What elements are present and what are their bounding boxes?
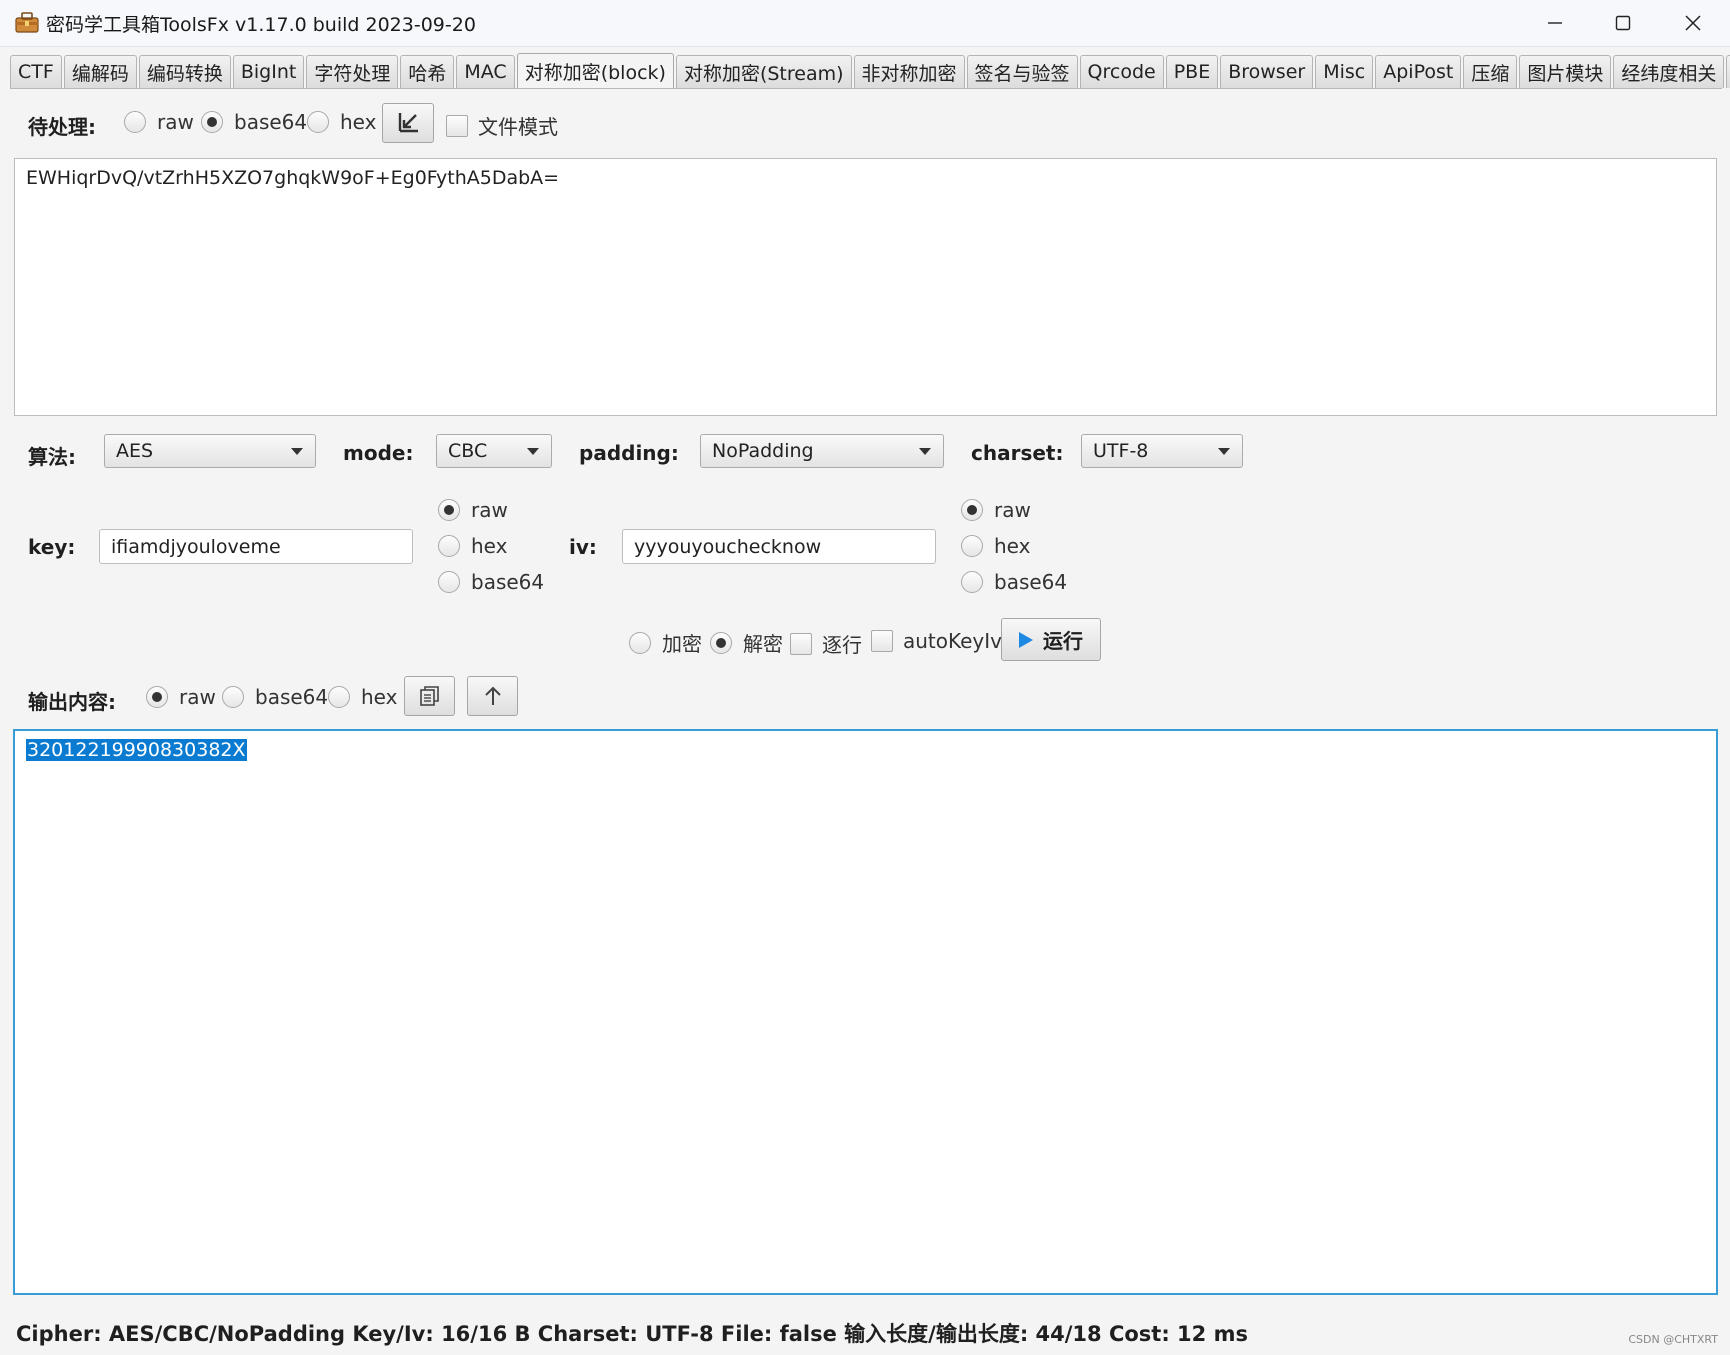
mode-label: mode: bbox=[343, 441, 414, 465]
padding-select[interactable]: NoPadding bbox=[700, 434, 944, 468]
output-format-base64[interactable]: base64 bbox=[222, 685, 328, 709]
input-text: EWHiqrDvQ/vtZrhH5XZO7ghqkW9oF+Eg0FythA5D… bbox=[26, 167, 560, 189]
iv-input[interactable]: yyyouyouchecknow bbox=[622, 529, 936, 564]
tab-bar: CTF 编解码 编码转换 BigInt 字符处理 哈希 MAC 对称加密(blo… bbox=[10, 53, 1730, 89]
copy-icon bbox=[419, 686, 439, 706]
decrypt-radio[interactable]: 解密 bbox=[710, 628, 783, 657]
minimize-icon bbox=[1548, 22, 1562, 24]
close-button[interactable] bbox=[1658, 0, 1728, 46]
toolbox-icon bbox=[15, 12, 39, 33]
algorithm-label: 算法: bbox=[28, 445, 76, 469]
tab-bigint[interactable]: BigInt bbox=[232, 55, 305, 88]
input-format-base64[interactable]: base64 bbox=[201, 110, 307, 134]
tab-symmetric-stream[interactable]: 对称加密(Stream) bbox=[675, 55, 852, 88]
window-title: 密码学工具箱ToolsFx v1.17.0 build 2023-09-20 bbox=[46, 14, 476, 36]
import-arrow-icon bbox=[398, 113, 418, 133]
tab-symmetric-block[interactable]: 对称加密(block) bbox=[516, 53, 674, 88]
key-format-hex[interactable]: hex bbox=[438, 534, 507, 558]
iv-format-hex[interactable]: hex bbox=[961, 534, 1030, 558]
input-textarea[interactable]: EWHiqrDvQ/vtZrhH5XZO7ghqkW9oF+Eg0FythA5D… bbox=[14, 158, 1717, 416]
output-format-hex[interactable]: hex bbox=[328, 685, 397, 709]
key-format-base64[interactable]: base64 bbox=[438, 570, 544, 594]
tab-pbe[interactable]: PBE bbox=[1165, 55, 1219, 88]
charset-select[interactable]: UTF-8 bbox=[1081, 434, 1243, 468]
play-icon bbox=[1019, 631, 1033, 648]
watermark: CSDN @CHTXRT bbox=[1628, 1333, 1718, 1346]
tab-about[interactable]: 关于 bbox=[1726, 55, 1730, 88]
auto-key-iv-checkbox[interactable]: autoKeyIv bbox=[871, 629, 1002, 653]
tab-qrcode[interactable]: Qrcode bbox=[1079, 55, 1164, 88]
file-mode-checkbox[interactable]: 文件模式 bbox=[446, 111, 558, 140]
run-button[interactable]: 运行 bbox=[1001, 618, 1101, 661]
tab-sign-verify[interactable]: 签名与验签 bbox=[966, 55, 1078, 88]
key-input[interactable]: ifiamdjyouloveme bbox=[99, 529, 413, 564]
padding-label: padding: bbox=[579, 441, 679, 465]
chevron-down-icon bbox=[919, 448, 931, 455]
close-icon bbox=[1685, 15, 1701, 31]
input-format-raw[interactable]: raw bbox=[124, 110, 194, 134]
tab-ctf[interactable]: CTF bbox=[10, 55, 62, 88]
chevron-down-icon bbox=[1218, 448, 1230, 455]
tab-hash[interactable]: 哈希 bbox=[400, 55, 455, 88]
tab-apipost[interactable]: ApiPost bbox=[1375, 55, 1462, 88]
line-by-line-checkbox[interactable]: 逐行 bbox=[790, 629, 862, 658]
tab-string-process[interactable]: 字符处理 bbox=[306, 55, 399, 88]
tab-geo[interactable]: 经纬度相关 bbox=[1613, 55, 1725, 88]
output-format-raw[interactable]: raw bbox=[146, 685, 216, 709]
input-label: 待处理: bbox=[28, 115, 96, 139]
iv-format-base64[interactable]: base64 bbox=[961, 570, 1067, 594]
charset-label: charset: bbox=[971, 441, 1064, 465]
key-label: key: bbox=[28, 535, 76, 559]
status-bar: Cipher: AES/CBC/NoPadding Key/Iv: 16/16 … bbox=[16, 1322, 1248, 1346]
copy-button[interactable] bbox=[404, 676, 455, 716]
algorithm-select[interactable]: AES bbox=[104, 434, 316, 468]
tab-image[interactable]: 图片模块 bbox=[1519, 55, 1612, 88]
move-up-button[interactable] bbox=[467, 676, 518, 716]
encrypt-radio[interactable]: 加密 bbox=[629, 628, 702, 657]
output-text: 32012219990830382X bbox=[26, 739, 247, 761]
chevron-down-icon bbox=[291, 448, 303, 455]
iv-format-raw[interactable]: raw bbox=[961, 498, 1031, 522]
tab-misc[interactable]: Misc bbox=[1315, 55, 1374, 88]
input-format-hex[interactable]: hex bbox=[307, 110, 376, 134]
iv-label: iv: bbox=[569, 535, 597, 559]
import-button[interactable] bbox=[382, 103, 434, 143]
output-textarea[interactable]: 32012219990830382X bbox=[13, 729, 1718, 1295]
tab-encode-decode[interactable]: 编解码 bbox=[63, 55, 137, 88]
tab-mac[interactable]: MAC bbox=[456, 55, 515, 88]
output-label: 输出内容: bbox=[28, 690, 116, 714]
mode-select[interactable]: CBC bbox=[436, 434, 552, 468]
minimize-button[interactable] bbox=[1520, 0, 1590, 46]
tab-encoding-convert[interactable]: 编码转换 bbox=[138, 55, 231, 88]
maximize-button[interactable] bbox=[1588, 0, 1658, 46]
chevron-down-icon bbox=[527, 448, 539, 455]
key-format-raw[interactable]: raw bbox=[438, 498, 508, 522]
arrow-up-icon bbox=[484, 686, 501, 705]
maximize-icon bbox=[1615, 15, 1631, 31]
tab-compress[interactable]: 压缩 bbox=[1463, 55, 1518, 88]
title-bar: 密码学工具箱ToolsFx v1.17.0 build 2023-09-20 bbox=[0, 0, 1730, 47]
tab-browser[interactable]: Browser bbox=[1220, 55, 1314, 88]
tab-asymmetric[interactable]: 非对称加密 bbox=[853, 55, 965, 88]
